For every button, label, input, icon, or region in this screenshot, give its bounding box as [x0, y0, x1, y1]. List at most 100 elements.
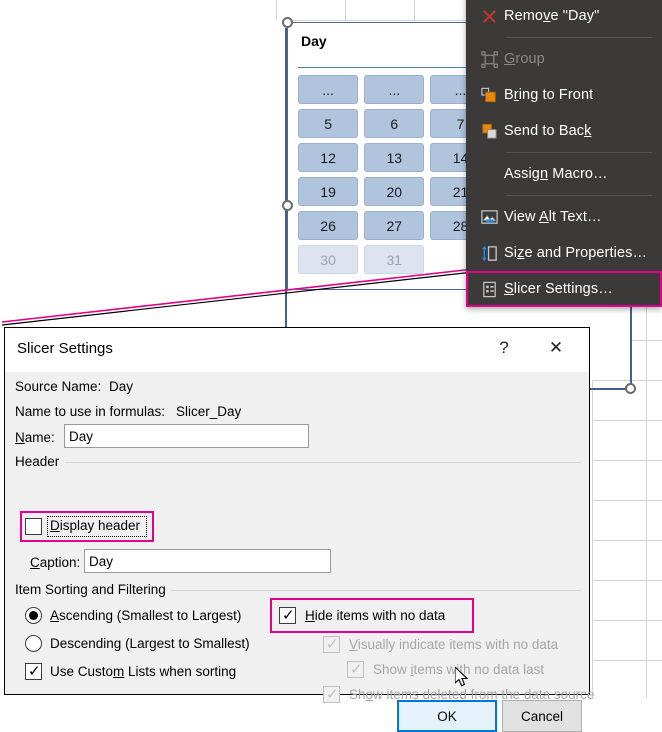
caption-input[interactable]	[84, 549, 331, 573]
remove-x-icon	[474, 4, 504, 28]
resize-handle-top-left[interactable]	[282, 17, 293, 28]
slicer-button[interactable]: 13	[364, 143, 424, 172]
gridline	[276, 0, 277, 20]
gridline	[646, 300, 647, 698]
menu-item-label: Assign Macro…	[504, 166, 608, 182]
gridline	[592, 580, 662, 581]
resize-handle-bottom-right[interactable]	[625, 383, 636, 394]
display-header-checkbox[interactable]	[25, 518, 42, 535]
radio-dot	[29, 611, 38, 620]
gridline	[592, 380, 662, 381]
name-label: Name:	[15, 430, 55, 445]
menu-item-assign-macro[interactable]: Assign Macro…	[466, 156, 662, 192]
alt-text-icon	[480, 208, 499, 227]
menu-item-bring-to-front[interactable]: Bring to Front	[466, 77, 662, 113]
dialog-title-bar: Slicer Settings ? ✕	[5, 328, 589, 372]
bring-to-front-icon	[480, 86, 499, 105]
close-icon[interactable]: ✕	[543, 338, 569, 358]
gridline	[592, 420, 662, 421]
slicer-button[interactable]: 5	[298, 109, 358, 138]
name-input[interactable]	[64, 424, 309, 448]
menu-item-size-and-properties[interactable]: Size and Properties…	[466, 235, 662, 271]
slicer-settings-dialog[interactable]: Slicer Settings ? ✕ Source Name: Day Nam…	[4, 327, 590, 695]
slicer-settings-icon	[480, 280, 499, 299]
formula-name-value: Slicer_Day	[176, 404, 241, 419]
menu-separator	[506, 37, 652, 38]
send-to-back-icon	[480, 122, 499, 141]
display-header-label: Display header	[50, 518, 140, 533]
group-icon	[474, 47, 504, 71]
slicer-button[interactable]: 19	[298, 177, 358, 206]
send-to-back-icon	[474, 119, 504, 143]
dialog-body: Source Name: Day Name to use in formulas…	[5, 372, 589, 694]
slicer-button[interactable]: 30	[298, 245, 358, 274]
dialog-title: Slicer Settings	[17, 340, 113, 357]
menu-item-label: Remove "Day"	[504, 8, 599, 24]
ok-button[interactable]: OK	[397, 700, 497, 732]
slicer-button[interactable]: 27	[364, 211, 424, 240]
sorting-group-label: Item Sorting and Filtering	[15, 582, 171, 597]
gridline	[592, 660, 662, 661]
visually-indicate-label: Visually indicate items with no data	[349, 637, 558, 652]
use-custom-lists-checkbox[interactable]: ✓	[25, 663, 42, 680]
sort-ascending-radio[interactable]	[25, 607, 42, 624]
none	[474, 162, 504, 186]
menu-item-label: Group	[504, 51, 545, 67]
gridline	[345, 0, 346, 22]
menu-separator	[506, 152, 652, 153]
menu-item-label: Bring to Front	[504, 87, 593, 103]
menu-item-label: Send to Back	[504, 123, 591, 139]
check-glyph: ✓	[282, 607, 295, 624]
menu-item-label: Slicer Settings…	[504, 281, 613, 297]
menu-item-view-alt-text[interactable]: View Alt Text…	[466, 199, 662, 235]
check-glyph: ✓	[326, 686, 339, 703]
gridline	[414, 0, 415, 22]
menu-separator	[506, 195, 652, 196]
slicer-button[interactable]: 20	[364, 177, 424, 206]
bring-to-front-icon	[474, 83, 504, 107]
sort-descending-radio[interactable]	[25, 635, 42, 652]
slicer-button[interactable]: ...	[298, 75, 358, 104]
gridline	[632, 340, 662, 341]
source-name-value: Day	[109, 379, 133, 394]
slicer-button[interactable]: ...	[364, 75, 424, 104]
caption-label: Caption:	[30, 555, 80, 570]
visually-indicate-checkbox: ✓	[323, 636, 340, 653]
slicer-header-title: Day	[301, 33, 327, 49]
cancel-button[interactable]: Cancel	[502, 700, 582, 732]
show-no-data-last-checkbox: ✓	[347, 661, 364, 678]
check-glyph: ✓	[326, 636, 339, 653]
menu-item-group: Group	[466, 41, 662, 77]
check-glyph: ✓	[350, 661, 363, 678]
menu-item-slicer-settings[interactable]: Slicer Settings…	[466, 271, 662, 307]
group-icon	[480, 50, 499, 69]
header-group-line	[65, 462, 581, 463]
slicer-button[interactable]: 6	[364, 109, 424, 138]
menu-item-send-to-back[interactable]: Send to Back	[466, 113, 662, 149]
menu-item-remove-day[interactable]: Remove "Day"	[466, 0, 662, 34]
sorting-group-line	[167, 590, 581, 591]
source-name-label: Source Name:	[15, 379, 101, 394]
slicer-button[interactable]: 12	[298, 143, 358, 172]
header-group-label: Header	[15, 454, 64, 469]
hide-items-no-data-checkbox[interactable]: ✓	[279, 607, 296, 624]
slicer-button[interactable]: 31	[364, 245, 424, 274]
gridline	[592, 620, 662, 621]
slicer-button[interactable]: 26	[298, 211, 358, 240]
formula-name-label: Name to use in formulas:	[15, 404, 165, 419]
slicer-context-menu[interactable]: Remove "Day" Group Bring to Front Send to B…	[466, 0, 662, 307]
resize-handle-middle-left[interactable]	[282, 200, 293, 211]
show-no-data-last-label: Show items with no data last	[373, 662, 544, 677]
use-custom-lists-label: Use Custom Lists when sorting	[50, 664, 236, 679]
gridline	[592, 500, 662, 501]
gridline	[592, 460, 662, 461]
help-icon[interactable]: ?	[491, 338, 517, 358]
alt-text-icon	[474, 205, 504, 229]
sort-descending-label: Descending (Largest to Smallest)	[50, 636, 250, 651]
slicer-settings-icon	[474, 277, 504, 301]
remove-x-icon	[480, 7, 499, 26]
hide-items-no-data-label: Hide items with no data	[305, 608, 445, 623]
gridline	[592, 540, 662, 541]
menu-item-label: View Alt Text…	[504, 209, 602, 225]
gridline	[592, 380, 593, 698]
